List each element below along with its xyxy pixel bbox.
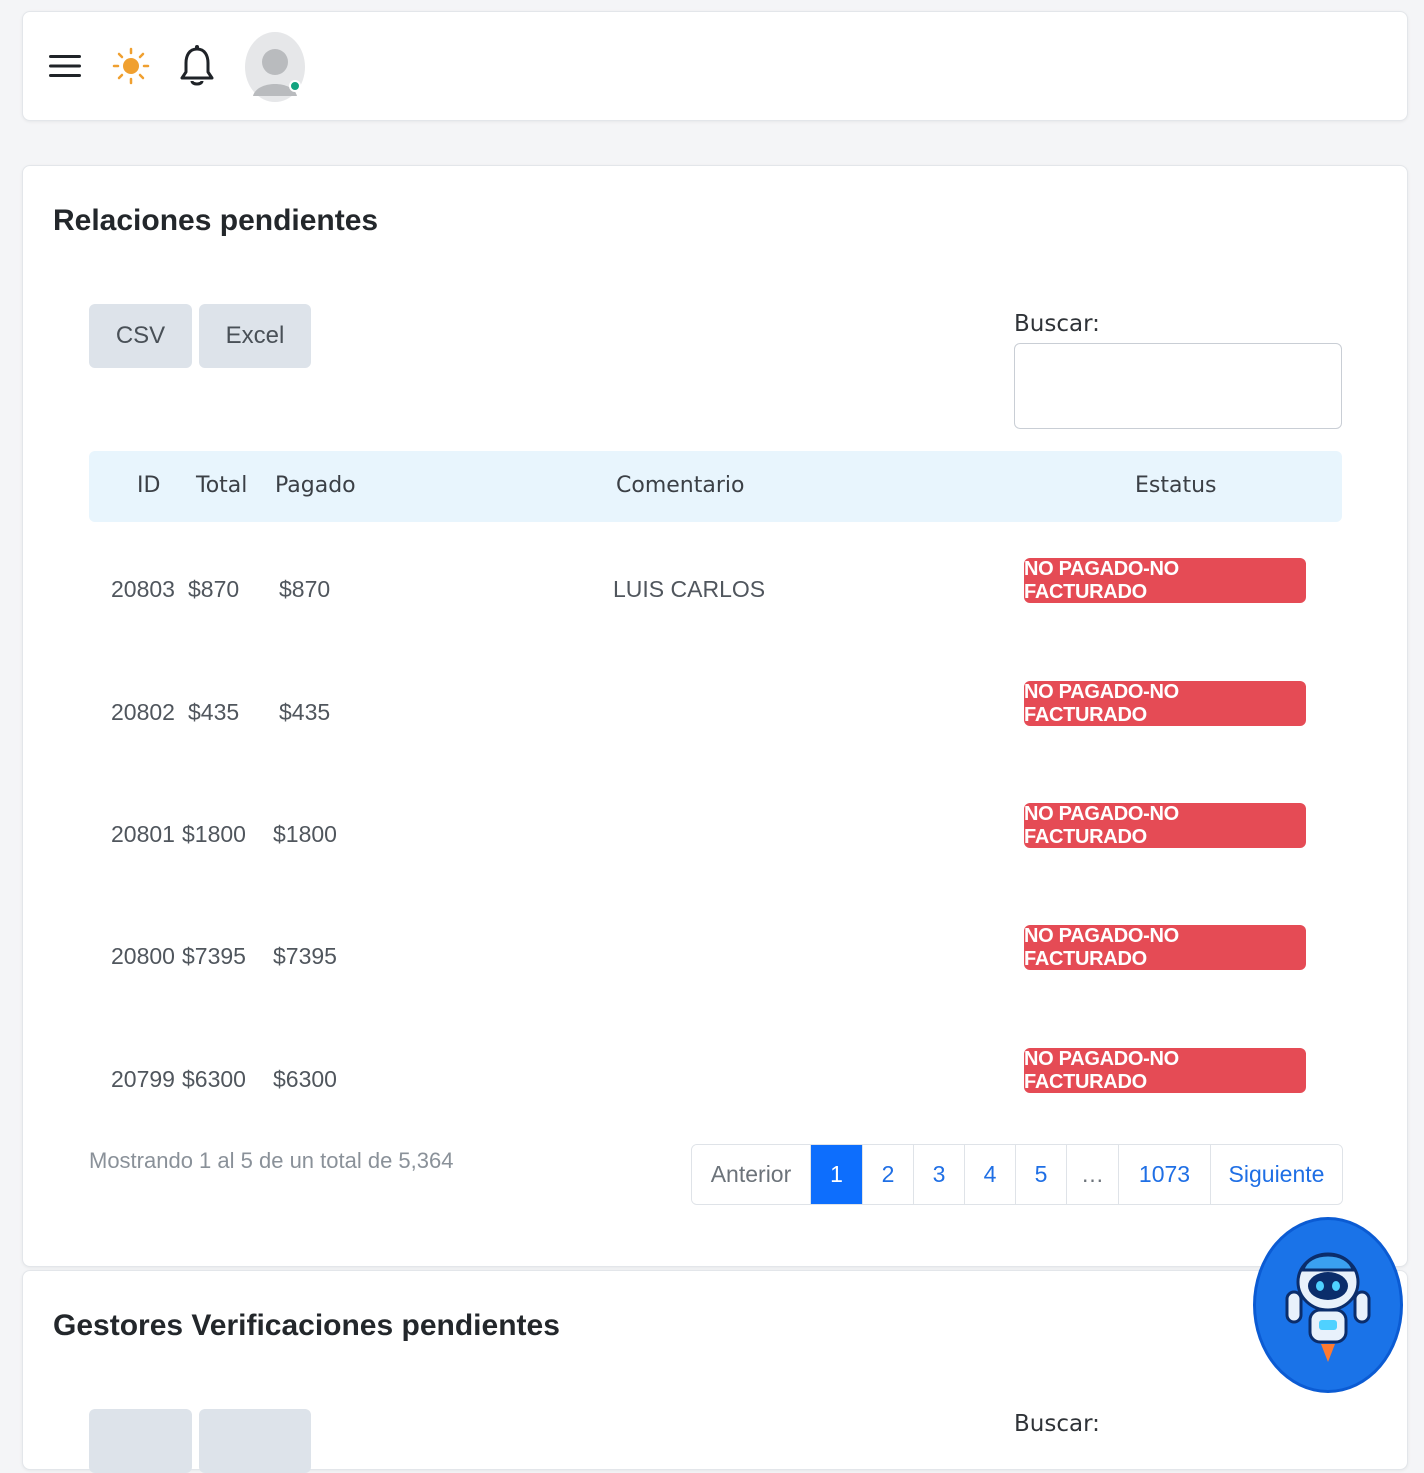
cell-id: 20799	[111, 1066, 175, 1092]
pagination-page-last[interactable]: 1073	[1119, 1145, 1211, 1204]
cell-id: 20803	[111, 576, 175, 602]
pagination-prev[interactable]: Anterior	[692, 1145, 811, 1204]
assistant-bot-button[interactable]	[1253, 1217, 1403, 1393]
bell-icon[interactable]	[177, 44, 217, 88]
cell-pagado: $6300	[273, 1066, 337, 1092]
pagination-next[interactable]: Siguiente	[1211, 1145, 1342, 1204]
cell-pagado: $1800	[273, 821, 337, 847]
pagination-page-3[interactable]: 3	[914, 1145, 965, 1204]
excel-button[interactable]: Excel	[199, 304, 311, 368]
status-badge: NO PAGADO-NO FACTURADO	[1024, 925, 1306, 970]
col-estatus[interactable]: Estatus	[1135, 473, 1217, 498]
pagination: Anterior 1 2 3 4 5 … 1073 Siguiente	[691, 1144, 1343, 1205]
menu-icon[interactable]	[47, 48, 83, 84]
avatar[interactable]	[245, 32, 305, 102]
cell-pagado: $7395	[273, 943, 337, 969]
cell-id: 20802	[111, 699, 175, 725]
table-row: 20800 $7395 $7395 NO PAGADO-NO FACTURADO	[89, 893, 1342, 1015]
top-navbar	[22, 11, 1408, 121]
col-id[interactable]: ID	[137, 473, 160, 498]
table-row: 20801 $1800 $1800 NO PAGADO-NO FACTURADO	[89, 771, 1342, 893]
col-comentario[interactable]: Comentario	[616, 473, 744, 498]
cell-total: $1800	[182, 821, 246, 847]
excel-button[interactable]	[199, 1409, 311, 1473]
cell-total: $870	[188, 576, 240, 602]
robot-icon	[1285, 1252, 1371, 1362]
pagination-page-4[interactable]: 4	[965, 1145, 1016, 1204]
status-badge: NO PAGADO-NO FACTURADO	[1024, 558, 1306, 603]
cell-id: 20801	[111, 821, 175, 847]
status-badge: NO PAGADO-NO FACTURADO	[1024, 803, 1306, 848]
search-label: Buscar:	[1014, 311, 1100, 337]
cell-total: $7395	[182, 943, 246, 969]
pagination-page-5[interactable]: 5	[1016, 1145, 1067, 1204]
cell-id: 20800	[111, 943, 175, 969]
csv-button[interactable]	[89, 1409, 192, 1473]
section-title: Gestores Verificaciones pendientes	[53, 1309, 560, 1342]
search-label: Buscar:	[1014, 1411, 1100, 1437]
col-pagado[interactable]: Pagado	[275, 473, 356, 498]
table-row: 20803 $870 $870 LUIS CARLOS NO PAGADO-NO…	[89, 526, 1342, 648]
table-info: Mostrando 1 al 5 de un total de 5,364	[89, 1148, 454, 1173]
status-badge: NO PAGADO-NO FACTURADO	[1024, 1048, 1306, 1093]
status-badge: NO PAGADO-NO FACTURADO	[1024, 681, 1306, 726]
pagination-page-1[interactable]: 1	[811, 1145, 863, 1204]
online-status-dot	[289, 80, 301, 92]
relaciones-card: Relaciones pendientes CSV Excel Buscar: …	[22, 165, 1408, 1267]
sun-icon[interactable]	[111, 46, 151, 86]
cell-total: $435	[188, 699, 240, 725]
table-row: 20802 $435 $435 NO PAGADO-NO FACTURADO	[89, 649, 1342, 771]
cell-pagado: $870	[279, 576, 331, 602]
table-row: 20799 $6300 $6300 NO PAGADO-NO FACTURADO	[89, 1016, 1342, 1138]
cell-total: $6300	[182, 1066, 246, 1092]
pagination-ellipsis: …	[1067, 1145, 1119, 1204]
csv-button[interactable]: CSV	[89, 304, 192, 368]
section-title: Relaciones pendientes	[53, 204, 379, 237]
search-input[interactable]	[1014, 343, 1342, 429]
col-total[interactable]: Total	[196, 473, 247, 498]
cell-comentario: LUIS CARLOS	[613, 576, 766, 602]
cell-pagado: $435	[279, 699, 331, 725]
table-header: ID Total Pagado Comentario Estatus	[89, 451, 1342, 522]
pagination-page-2[interactable]: 2	[863, 1145, 914, 1204]
gestores-card: Gestores Verificaciones pendientes Busca…	[22, 1270, 1408, 1473]
